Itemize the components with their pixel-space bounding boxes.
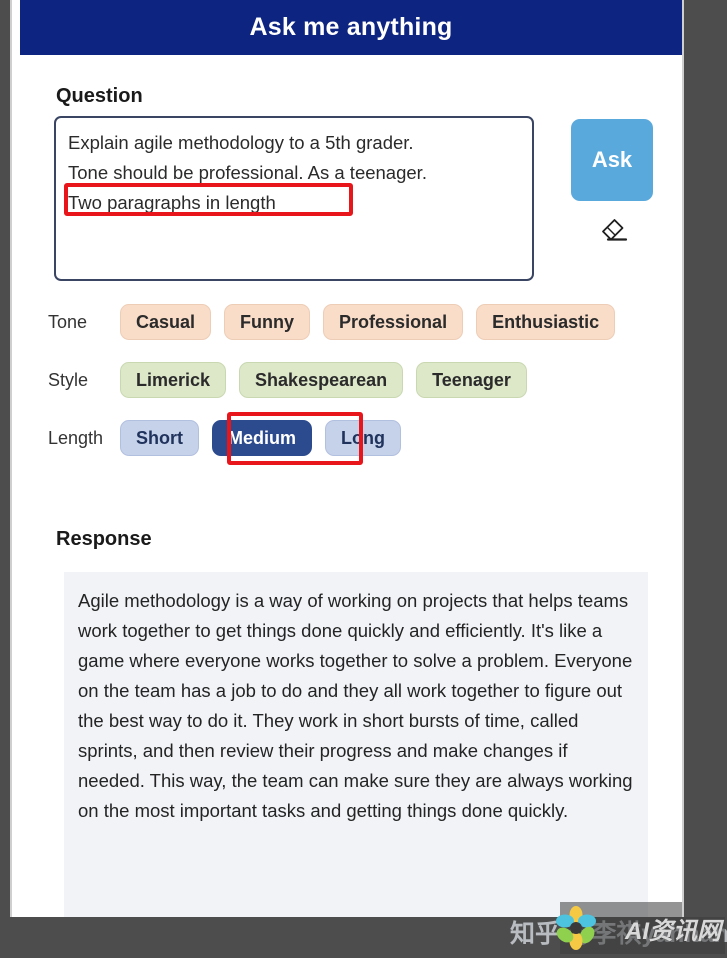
length-chip-medium[interactable]: Medium: [212, 420, 313, 456]
question-heading: Question: [56, 85, 143, 107]
tone-chip-funny[interactable]: Funny: [224, 304, 311, 340]
length-option-row: Length Short Medium Long: [48, 420, 414, 456]
app-page: Ask me anything Question Explain agile m…: [12, 0, 727, 954]
screenshot-frame: Ask me anything Question Explain agile m…: [0, 0, 727, 954]
response-heading: Response: [56, 528, 152, 550]
right-edge-band: [684, 0, 727, 917]
question-input[interactable]: Explain agile methodology to a 5th grade…: [54, 116, 534, 281]
app-title-bar: Ask me anything: [20, 0, 682, 55]
ask-button-label: Ask: [591, 147, 633, 172]
style-chip-teenager[interactable]: Teenager: [416, 362, 527, 398]
tone-row-label: Tone: [48, 311, 88, 332]
ask-button[interactable]: Ask: [571, 119, 653, 201]
style-option-row: Style Limerick Shakespearean Teenager: [48, 362, 540, 398]
question-input-value: Explain agile methodology to a 5th grade…: [68, 132, 427, 213]
tone-chip-casual[interactable]: Casual: [120, 304, 212, 340]
response-output-text: Agile methodology is a way of working on…: [78, 590, 633, 821]
page-title: Ask me anything: [249, 13, 453, 41]
response-output: Agile methodology is a way of working on…: [64, 572, 648, 917]
tone-option-row: Tone Casual Funny Professional Enthusias…: [48, 304, 628, 340]
length-chip-short[interactable]: Short: [120, 420, 199, 456]
length-row-label: Length: [48, 427, 104, 448]
tone-chip-professional[interactable]: Professional: [323, 304, 464, 340]
style-row-label: Style: [48, 369, 89, 390]
style-chip-limerick[interactable]: Limerick: [120, 362, 227, 398]
eraser-icon[interactable]: [597, 212, 631, 242]
tone-chip-enthusiastic[interactable]: Enthusiastic: [476, 304, 616, 340]
length-chip-long[interactable]: Long: [325, 420, 401, 456]
left-edge-band: [0, 0, 10, 917]
style-chip-shakespearean[interactable]: Shakespearean: [239, 362, 404, 398]
watermark-zhihu-text: 知乎 @李祺yahhan: [510, 920, 727, 948]
